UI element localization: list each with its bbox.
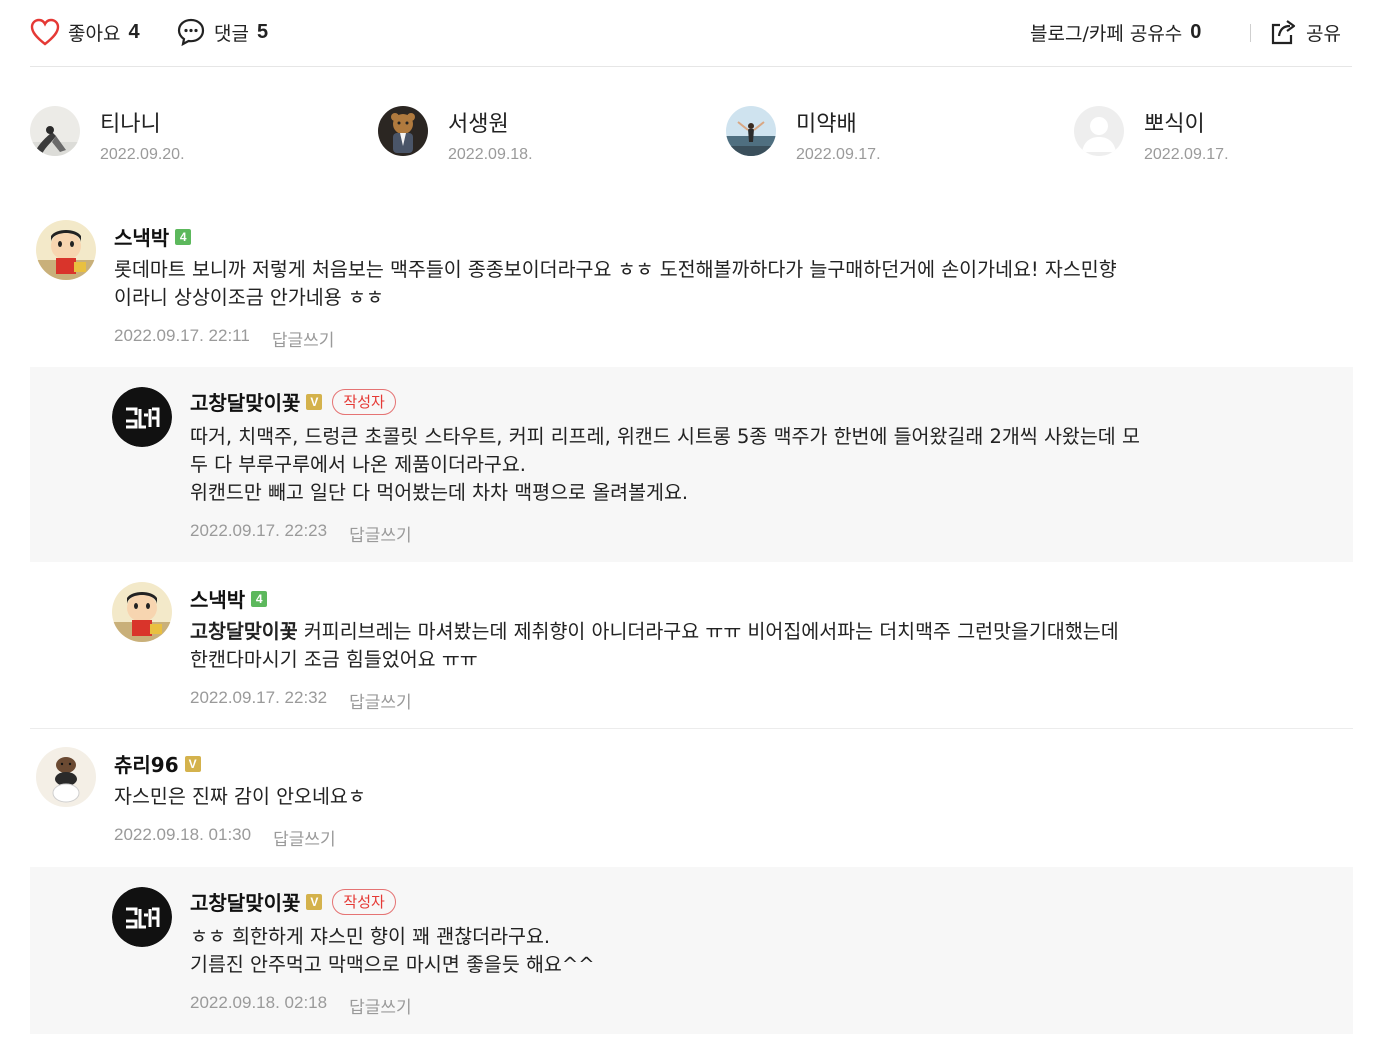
liker-date: 2022.09.18. (448, 146, 533, 163)
share-button[interactable]: 공유 (1268, 14, 1341, 50)
share-label: 공유 (1306, 22, 1341, 45)
reply-button[interactable]: 답글쓰기 (349, 688, 412, 713)
reply-button[interactable]: 답글쓰기 (273, 825, 336, 850)
comment-item-reply: 고창달맞이꽃 V 작성자 ㅎㅎ 희한하게 쟈스민 향이 꽤 괜찮더라구요. 기름… (30, 867, 1353, 1034)
comment-label: 댓글 (214, 22, 249, 45)
comment-item: 스낵박 4 롯데마트 보니까 저렇게 처음보는 맥주들이 종종보이더라구요 ㅎㅎ… (30, 200, 1353, 367)
post-action-bar: 좋아요 4 댓글 5 블로그/카페 공유수 0 공유 (30, 0, 1352, 67)
comment-text: 고창달맞이꽃 커피리브레는 마셔봤는데 제취향이 아니더라구요 ㅠㅠ 비어집에서… (190, 618, 1330, 674)
comment-author[interactable]: 스낵박 4 (190, 584, 268, 613)
avatar[interactable] (378, 106, 428, 156)
comment-meta: 2022.09.18. 02:18 답글쓰기 (190, 993, 412, 1018)
like-button[interactable]: 좋아요 4 (30, 14, 140, 50)
avatar[interactable] (112, 887, 172, 947)
comment-body: 커피리브레는 마셔봤는데 제취향이 아니더라구요 ㅠㅠ 비어집에서파는 더치맥주… (190, 620, 1119, 671)
like-count: 4 (128, 20, 140, 43)
liker-name[interactable]: 서생원 (448, 106, 509, 138)
writer-badge: 작성자 (332, 388, 396, 415)
comment-count: 5 (256, 20, 269, 43)
level-badge: V (306, 393, 323, 410)
like-label: 좋아요 (68, 22, 121, 45)
reply-button[interactable]: 답글쓰기 (349, 993, 412, 1018)
liker-list: 티나니 2022.09.20. 서생원 2022.09.18. 미약배 2022… (30, 100, 1352, 180)
liker-item[interactable]: 미약배 2022.09.17. (726, 100, 1066, 170)
comment-item: 츄리96 V 자스민은 진짜 감이 안오네요ㅎ 2022.09.18. 01:3… (30, 729, 1353, 867)
speech-bubble-icon (177, 18, 205, 47)
comment-author[interactable]: 고창달맞이꽃 V 작성자 (190, 387, 396, 416)
liker-date: 2022.09.17. (796, 146, 881, 163)
reply-button[interactable]: 답글쓰기 (272, 326, 335, 351)
reply-button[interactable]: 답글쓰기 (349, 521, 412, 546)
share-count-label: 블로그/카페 공유수 (1030, 22, 1183, 45)
avatar[interactable] (112, 387, 172, 447)
liker-item[interactable]: 뽀식이 2022.09.17. (1074, 100, 1384, 170)
comment-text: 롯데마트 보니까 저렇게 처음보는 맥주들이 종종보이더라구요 ㅎㅎ 도전해볼까… (114, 258, 1117, 309)
level-badge: 4 (251, 590, 268, 607)
share-icon (1271, 20, 1296, 45)
liker-name[interactable]: 티나니 (100, 106, 161, 138)
comment-item-reply: 고창달맞이꽃 V 작성자 따거, 치맥주, 드렁큰 초콜릿 스타우트, 커피 리… (30, 367, 1353, 562)
liker-name[interactable]: 뽀식이 (1144, 106, 1205, 138)
avatar[interactable] (726, 106, 776, 156)
comment-time: 2022.09.17. 22:32 (190, 688, 328, 707)
liker-date: 2022.09.20. (100, 146, 185, 163)
comment-text: 따거, 치맥주, 드렁큰 초콜릿 스타우트, 커피 리프레, 위캔드 시트롱 5… (190, 425, 1140, 504)
author-name[interactable]: 츄리96 (114, 749, 179, 778)
avatar[interactable] (36, 220, 96, 280)
author-name[interactable]: 스낵박 (190, 584, 245, 613)
comment-list: 스낵박 4 롯데마트 보니까 저렇게 처음보는 맥주들이 종종보이더라구요 ㅎㅎ… (30, 200, 1353, 1034)
comment-time: 2022.09.17. 22:23 (190, 521, 328, 540)
comment-item-reply: 스낵박 4 고창달맞이꽃 커피리브레는 마셔봤는데 제취향이 아니더라구요 ㅠㅠ… (30, 562, 1353, 729)
comment-meta: 2022.09.17. 22:32 답글쓰기 (190, 688, 412, 713)
comment-meta: 2022.09.17. 22:23 답글쓰기 (190, 521, 412, 546)
comment-time: 2022.09.18. 01:30 (114, 825, 252, 844)
level-badge: V (184, 755, 201, 772)
avatar[interactable] (36, 747, 96, 807)
level-badge: V (306, 893, 323, 910)
writer-badge: 작성자 (332, 888, 396, 915)
author-name[interactable]: 스낵박 (114, 222, 169, 251)
comment-text: 자스민은 진짜 감이 안오네요ㅎ (114, 785, 366, 808)
comment-meta: 2022.09.18. 01:30 답글쓰기 (114, 825, 336, 850)
comment-time: 2022.09.18. 02:18 (190, 993, 328, 1012)
heart-icon (30, 18, 60, 46)
comment-author[interactable]: 스낵박 4 (114, 222, 192, 251)
liker-item[interactable]: 서생원 2022.09.18. (378, 100, 718, 170)
comment-author[interactable]: 츄리96 V (114, 749, 201, 778)
avatar[interactable] (1074, 106, 1124, 156)
comment-time: 2022.09.17. 22:11 (114, 326, 250, 345)
liker-name[interactable]: 미약배 (796, 106, 857, 138)
avatar[interactable] (112, 582, 172, 642)
author-name[interactable]: 고창달맞이꽃 (190, 887, 300, 916)
mention[interactable]: 고창달맞이꽃 (190, 620, 298, 643)
level-badge: 4 (175, 228, 192, 245)
liker-date: 2022.09.17. (1144, 146, 1229, 163)
comment-text: ㅎㅎ 희한하게 쟈스민 향이 꽤 괜찮더라구요. 기름진 안주먹고 막맥으로 마… (190, 925, 595, 976)
comment-author[interactable]: 고창달맞이꽃 V 작성자 (190, 887, 396, 916)
comment-button[interactable]: 댓글 5 (176, 14, 268, 50)
divider (1250, 24, 1251, 42)
share-count-info: 블로그/카페 공유수 0 (1030, 14, 1201, 50)
liker-item[interactable]: 티나니 2022.09.20. (30, 100, 370, 170)
author-name[interactable]: 고창달맞이꽃 (190, 387, 300, 416)
comment-meta: 2022.09.17. 22:11 답글쓰기 (114, 326, 334, 351)
avatar[interactable] (30, 106, 80, 156)
share-count: 0 (1190, 20, 1202, 43)
